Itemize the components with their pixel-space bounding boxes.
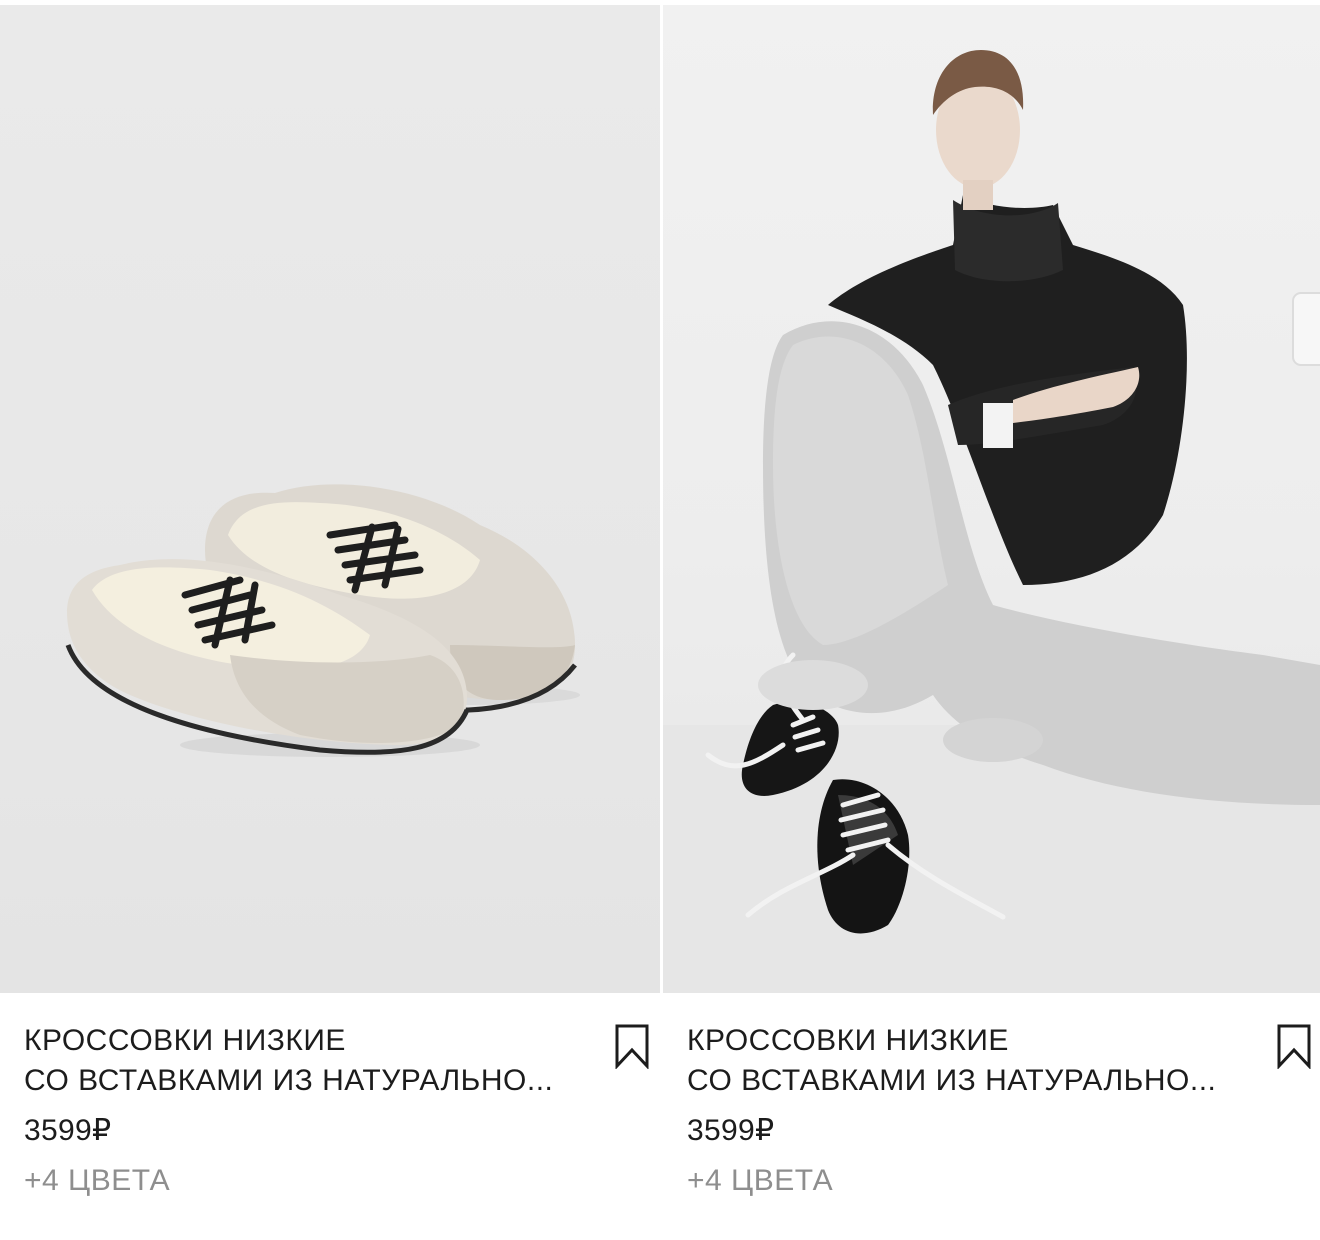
- product-title[interactable]: КРОССОВКИ НИЗКИЕ СО ВСТАВКАМИ ИЗ НАТУРАЛ…: [24, 1021, 584, 1101]
- product-card[interactable]: КРОССОВКИ НИЗКИЕ СО ВСТАВКАМИ ИЗ НАТУРАЛ…: [663, 0, 1320, 1240]
- product-price: 3599₽: [687, 1114, 775, 1147]
- sneakers-photo: [65, 484, 580, 757]
- product-grid: КРОССОВКИ НИЗКИЕ СО ВСТАВКАМИ ИЗ НАТУРАЛ…: [0, 0, 1320, 1240]
- product-info: КРОССОВКИ НИЗКИЕ СО ВСТАВКАМИ ИЗ НАТУРАЛ…: [0, 993, 660, 1240]
- product-colors-count[interactable]: +4 ЦВЕТА: [687, 1161, 833, 1201]
- product-title[interactable]: КРОССОВКИ НИЗКИЕ СО ВСТАВКАМИ ИЗ НАТУРАЛ…: [687, 1021, 1247, 1101]
- product-title-line1: КРОССОВКИ НИЗКИЕ: [687, 1024, 1009, 1057]
- model-photo: [663, 50, 1320, 993]
- product-image[interactable]: [663, 5, 1320, 993]
- product-title-line2: СО ВСТАВКАМИ ИЗ НАТУРАЛЬНО...: [24, 1064, 554, 1097]
- product-price: 3599₽: [24, 1114, 112, 1147]
- product-title-line2: СО ВСТАВКАМИ ИЗ НАТУРАЛЬНО...: [687, 1064, 1217, 1097]
- product-info: КРОССОВКИ НИЗКИЕ СО ВСТАВКАМИ ИЗ НАТУРАЛ…: [663, 993, 1320, 1240]
- product-image[interactable]: [0, 5, 660, 993]
- bookmark-icon[interactable]: [1274, 1023, 1314, 1070]
- product-colors-count[interactable]: +4 ЦВЕТА: [24, 1161, 170, 1201]
- bookmark-icon[interactable]: [612, 1023, 652, 1070]
- product-card[interactable]: КРОССОВКИ НИЗКИЕ СО ВСТАВКАМИ ИЗ НАТУРАЛ…: [0, 0, 660, 1240]
- product-title-line1: КРОССОВКИ НИЗКИЕ: [24, 1024, 346, 1057]
